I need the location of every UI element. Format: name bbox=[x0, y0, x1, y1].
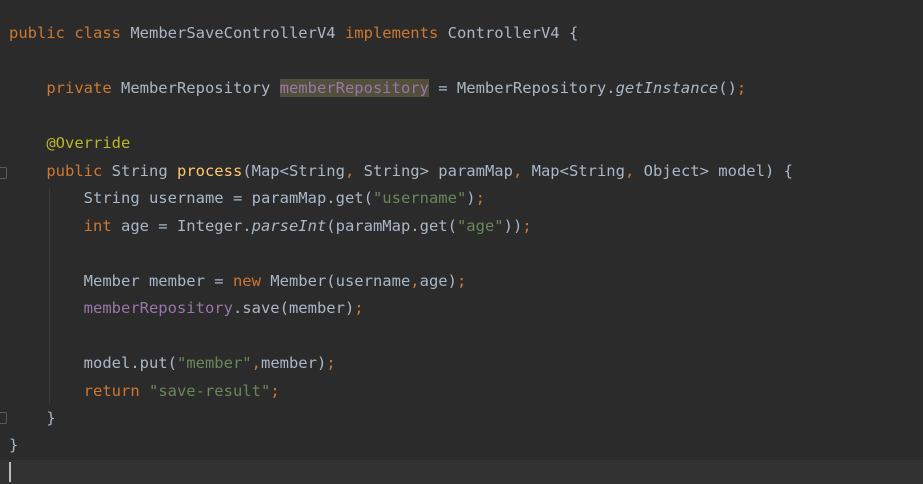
code-token: "username" bbox=[372, 189, 467, 207]
code-line[interactable]: private MemberRepository memberRepositor… bbox=[9, 76, 746, 100]
code-line[interactable]: int age = Integer.parseInt(paramMap.get(… bbox=[9, 214, 532, 238]
code-token: age) bbox=[419, 272, 457, 290]
code-token: return bbox=[83, 382, 149, 400]
code-token: getInstance bbox=[615, 79, 719, 97]
code-token: Member member = bbox=[9, 272, 233, 290]
code-token: "age" bbox=[456, 217, 504, 235]
code-token: new bbox=[232, 272, 271, 290]
code-token: memberRepository bbox=[279, 79, 429, 97]
code-token: String> paramMap bbox=[363, 162, 513, 180]
code-line[interactable]: public class MemberSaveControllerV4 impl… bbox=[9, 21, 578, 45]
code-line[interactable]: public String process(Map<String, String… bbox=[9, 159, 793, 183]
code-token: process bbox=[176, 162, 243, 180]
code-token: "member" bbox=[176, 354, 252, 372]
code-token: MemberSaveControllerV4 bbox=[130, 24, 345, 42]
code-token: , bbox=[512, 162, 532, 180]
code-line[interactable]: memberRepository.save(member); bbox=[9, 296, 364, 320]
code-token: )) bbox=[503, 217, 523, 235]
code-token: () bbox=[718, 79, 737, 97]
fold-marker-icon[interactable] bbox=[0, 412, 7, 424]
code-token: , bbox=[624, 162, 644, 180]
code-token: ; bbox=[475, 189, 485, 207]
code-token: , bbox=[410, 272, 420, 290]
code-token: Member(username bbox=[270, 272, 411, 290]
code-token: ControllerV4 { bbox=[447, 24, 579, 42]
code-token: String bbox=[111, 162, 177, 180]
code-token: private bbox=[46, 79, 121, 97]
code-token: @Override bbox=[46, 134, 131, 152]
code-token: parseInt bbox=[251, 217, 327, 235]
code-line[interactable]: } bbox=[9, 433, 18, 457]
code-token: (paramMap.get( bbox=[326, 217, 457, 235]
code-token: MemberRepository bbox=[120, 79, 280, 97]
code-token: .save(member) bbox=[232, 299, 355, 317]
code-token: ; bbox=[736, 79, 747, 97]
code-token: , bbox=[251, 354, 261, 372]
code-token: ; bbox=[522, 217, 532, 235]
code-token: member) bbox=[260, 354, 327, 372]
code-token: Map<String bbox=[531, 162, 625, 180]
code-token: model.put( bbox=[9, 354, 177, 372]
code-token: memberRepository bbox=[83, 299, 233, 317]
code-token: = MemberRepository. bbox=[428, 79, 616, 97]
code-token: age = Integer. bbox=[120, 217, 252, 235]
code-token: ; bbox=[456, 272, 467, 290]
current-line-highlight bbox=[0, 460, 923, 484]
code-token: , bbox=[344, 162, 364, 180]
code-line[interactable]: model.put("member",member); bbox=[9, 351, 336, 375]
code-token: } bbox=[9, 409, 56, 427]
code-token: ) bbox=[466, 189, 476, 207]
text-caret bbox=[9, 462, 11, 482]
code-token: ; bbox=[270, 382, 280, 400]
code-token: } bbox=[9, 436, 19, 454]
code-line[interactable]: @Override bbox=[9, 131, 130, 155]
code-token: public bbox=[46, 162, 112, 180]
code-token: ; bbox=[326, 354, 336, 372]
code-token: implements bbox=[344, 24, 448, 42]
code-token: ; bbox=[354, 299, 364, 317]
code-token: public class bbox=[9, 24, 131, 42]
code-token: Object> model) { bbox=[643, 162, 793, 180]
fold-marker-icon[interactable] bbox=[0, 167, 7, 179]
code-token: "save-result" bbox=[148, 382, 271, 400]
code-line[interactable]: } bbox=[9, 406, 56, 430]
code-line[interactable]: String username = paramMap.get("username… bbox=[9, 186, 485, 210]
code-token: int bbox=[83, 217, 121, 235]
code-editor[interactable]: public class MemberSaveControllerV4 impl… bbox=[0, 0, 923, 484]
code-line[interactable]: return "save-result"; bbox=[9, 379, 280, 403]
code-token: String username = paramMap.get( bbox=[9, 189, 373, 207]
code-token: (Map<String bbox=[242, 162, 345, 180]
code-line[interactable]: Member member = new Member(username,age)… bbox=[9, 269, 467, 293]
